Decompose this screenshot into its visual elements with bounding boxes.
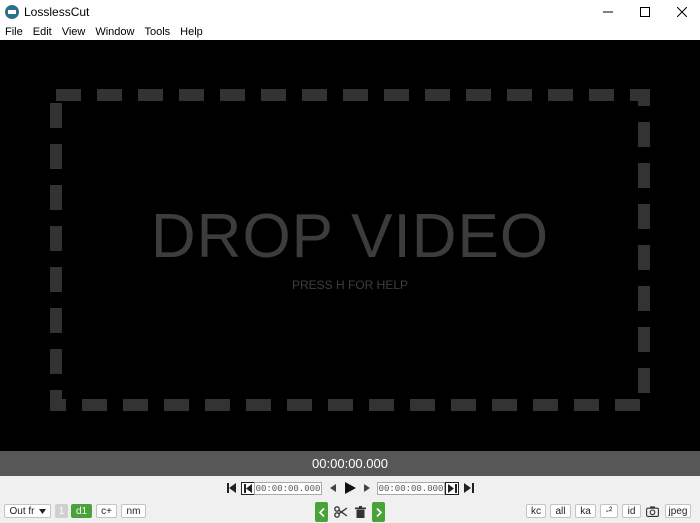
cut-end-icon: [447, 484, 457, 493]
id-button[interactable]: id: [622, 504, 641, 518]
close-icon: [676, 6, 687, 17]
set-cut-start-button[interactable]: [241, 482, 255, 495]
camera-icon: [646, 505, 659, 517]
prev-segment-button[interactable]: [315, 502, 328, 522]
d1-button[interactable]: d1: [71, 504, 92, 518]
delete-segment-button[interactable]: [353, 505, 367, 519]
skip-to-start-icon: [227, 483, 236, 493]
segment-count-badge: 1: [55, 504, 68, 518]
help-hint: PRESS H FOR HELP: [291, 278, 409, 292]
cut-button[interactable]: [333, 505, 348, 519]
kc-button[interactable]: kc: [526, 504, 546, 518]
menu-window[interactable]: Window: [90, 26, 139, 38]
skip-to-end-icon: [464, 483, 474, 493]
timeline-bar[interactable]: 00:00:00.000: [0, 451, 700, 476]
menu-help[interactable]: Help: [175, 26, 208, 38]
capture-format-button[interactable]: jpeg: [665, 504, 691, 518]
rotate-button[interactable]: -²: [600, 504, 618, 518]
all-button[interactable]: all: [550, 504, 571, 518]
c-plus-button[interactable]: c+: [96, 504, 117, 518]
nm-button[interactable]: nm: [121, 504, 146, 518]
output-format-label: Out fr: [9, 505, 35, 517]
cut-start-icon: [243, 484, 252, 493]
chevron-down-icon: [38, 508, 46, 514]
chevron-left-icon: [318, 507, 325, 517]
output-format-select[interactable]: Out fr: [4, 504, 51, 518]
caret-left-icon: [330, 484, 336, 492]
trash-icon: [354, 506, 366, 518]
maximize-button[interactable]: [626, 0, 663, 23]
window-title: LosslessCut: [24, 4, 90, 19]
maximize-icon: [639, 6, 650, 17]
play-button[interactable]: [343, 481, 357, 495]
set-cut-end-button[interactable]: [445, 482, 459, 495]
title-bar: LosslessCut: [0, 0, 700, 23]
app-logo-icon: [5, 4, 19, 19]
minimize-icon: [602, 11, 613, 12]
video-drop-zone[interactable]: DROP VIDEO PRESS H FOR HELP: [0, 40, 700, 451]
play-icon: [344, 482, 356, 494]
cut-start-time-input[interactable]: 00:00:00.000: [254, 482, 322, 495]
prev-frame-button[interactable]: [329, 482, 337, 494]
minimize-button[interactable]: [589, 0, 626, 23]
capture-frame-button[interactable]: [645, 504, 660, 518]
cut-end-time-input[interactable]: 00:00:00.000: [377, 482, 445, 495]
caret-right-icon: [364, 484, 370, 492]
drop-video-title: DROP VIDEO: [150, 202, 550, 271]
current-time-display: 00:00:00.000: [312, 456, 388, 471]
menu-view[interactable]: View: [57, 26, 91, 38]
menu-tools[interactable]: Tools: [139, 26, 175, 38]
scissors-icon: [333, 506, 347, 518]
ka-button[interactable]: ka: [575, 504, 596, 518]
chevron-right-icon: [375, 507, 382, 517]
menu-edit[interactable]: Edit: [28, 26, 57, 38]
jump-end-button[interactable]: [464, 482, 474, 494]
next-frame-button[interactable]: [363, 482, 371, 494]
next-segment-button[interactable]: [372, 502, 385, 522]
close-button[interactable]: [663, 0, 700, 23]
menu-bar: File Edit View Window Tools Help: [0, 23, 700, 40]
menu-file[interactable]: File: [0, 26, 28, 38]
controls-panel: 00:00:00.000 00:00:00.000 Out fr 1 d1 c+…: [0, 476, 700, 523]
jump-start-button[interactable]: [227, 482, 237, 494]
